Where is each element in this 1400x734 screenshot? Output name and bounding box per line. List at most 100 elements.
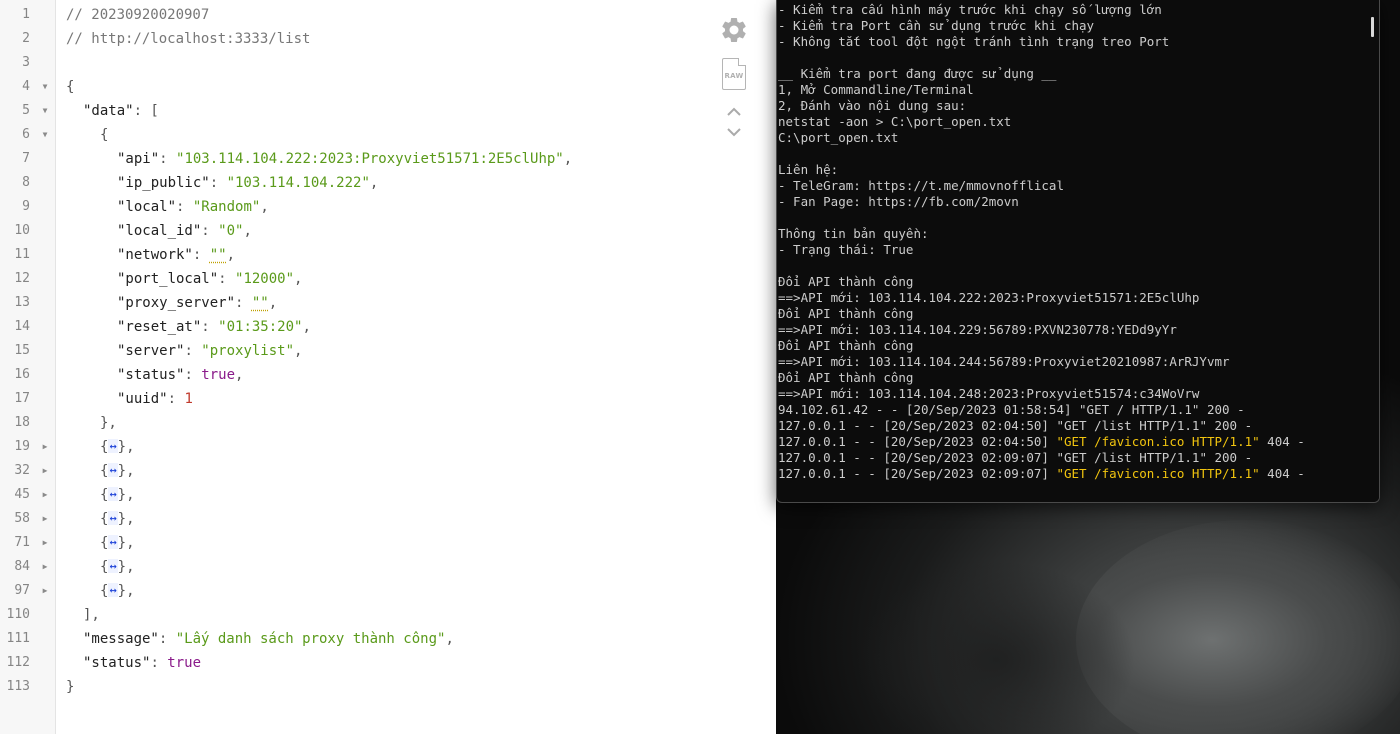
expand-item-button[interactable]: ↔ <box>108 535 118 549</box>
code-line: 7 "api": "103.114.104.222:2023:Proxyviet5… <box>0 147 776 171</box>
json-token: : <box>167 391 185 407</box>
fold-toggle-expanded-icon[interactable]: ▼ <box>40 75 50 99</box>
settings-button[interactable] <box>716 12 752 48</box>
fold-toggle-expanded-icon[interactable]: ▼ <box>40 123 50 147</box>
code-line: 110], <box>0 603 776 627</box>
code-text: "port_local": "12000", <box>117 267 302 291</box>
terminal-line: 94.102.61.42 - - [20/Sep/2023 01:58:54] … <box>778 402 1245 417</box>
json-token: "ip_public" <box>117 175 210 191</box>
fold-toggle-collapsed-icon[interactable]: ▶ <box>40 507 50 531</box>
collapsed-close-brace: }, <box>117 535 135 551</box>
terminal-line: ==>API mới: 103.114.104.244:56789:Proxyv… <box>778 354 1230 369</box>
json-token: "data" <box>83 103 134 119</box>
json-token: , <box>260 199 269 215</box>
json-token: : <box>158 631 176 647</box>
line-number: 1 <box>22 7 30 22</box>
line-number: 5 <box>22 103 30 118</box>
json-token: { <box>66 79 75 95</box>
terminal-line: ==>API mới: 103.114.104.248:2023:Proxyvi… <box>778 386 1200 401</box>
code-line: 1 // 20230920020907 <box>0 3 776 27</box>
code-text: } <box>66 675 74 699</box>
json-token: , <box>235 367 244 383</box>
code-text: {↔}, <box>100 555 135 579</box>
log-suffix: 200 - <box>1206 450 1253 465</box>
collapsed-open-brace: { <box>100 559 109 575</box>
collapsed-close-brace: }, <box>117 487 135 503</box>
code-text: {↔}, <box>100 531 135 555</box>
collapsed-open-brace: { <box>100 583 109 599</box>
json-token: 1 <box>184 391 193 407</box>
terminal-log-line: 127.0.0.1 - - [20/Sep/2023 02:09:07] "GE… <box>778 466 1366 482</box>
json-token: : <box>201 319 219 335</box>
log-prefix: 127.0.0.1 - - [20/Sep/2023 02:09:07] <box>778 466 1057 481</box>
collapsed-array-item: 45 ▶ {↔}, <box>0 483 776 507</box>
collapsed-array-item: 84 ▶ {↔}, <box>0 555 776 579</box>
terminal-line: ==>API mới: 103.114.104.229:56789:PXVN23… <box>778 322 1177 337</box>
json-token: : [ <box>133 103 159 119</box>
terminal-scrollbar[interactable] <box>1365 0 1379 502</box>
expand-item-button[interactable]: ↔ <box>108 487 118 501</box>
terminal-line: C:\port_open.txt <box>778 130 899 145</box>
fold-toggle-expanded-icon[interactable]: ▼ <box>40 99 50 123</box>
line-number: 15 <box>14 343 30 358</box>
collapsed-open-brace: { <box>100 439 109 455</box>
terminal-log-line: 127.0.0.1 - - [20/Sep/2023 02:04:50] "GE… <box>778 434 1366 450</box>
code-text: }, <box>100 411 117 435</box>
code-text: "status": true, <box>117 363 243 387</box>
gear-icon <box>722 17 746 42</box>
expand-item-button[interactable]: ↔ <box>108 559 118 573</box>
json-token: "server" <box>117 343 185 359</box>
json-token: : <box>159 151 177 167</box>
json-token: "" <box>209 247 227 263</box>
expand-item-button[interactable]: ↔ <box>108 511 118 525</box>
expand-item-button[interactable]: ↔ <box>108 439 118 453</box>
fold-toggle-collapsed-icon[interactable]: ▶ <box>40 435 50 459</box>
raw-button[interactable]: RAW <box>716 54 752 94</box>
json-token: "port_local" <box>117 271 219 287</box>
collapsed-close-brace: }, <box>117 583 135 599</box>
fold-toggle-collapsed-icon[interactable]: ▶ <box>40 555 50 579</box>
json-token: "api" <box>117 151 160 167</box>
expand-item-button[interactable]: ↔ <box>108 463 118 477</box>
expand-all-button[interactable] <box>716 122 752 142</box>
collapsed-open-brace: { <box>100 463 109 479</box>
json-token: "103.114.104.222:2023:Proxyviet51571:2E5… <box>176 151 564 167</box>
line-number: 9 <box>22 199 30 214</box>
line-number: 10 <box>14 223 30 238</box>
fold-toggle-collapsed-icon[interactable]: ▶ <box>40 579 50 603</box>
terminal-line: - Fan Page: https://fb.com/2movn <box>778 194 1019 209</box>
code-line: 5 ▼ "data": [ <box>0 99 776 123</box>
fold-toggle-collapsed-icon[interactable]: ▶ <box>40 483 50 507</box>
line-number: 12 <box>14 271 30 286</box>
terminal-scrollbar-thumb[interactable] <box>1371 17 1374 37</box>
line-number: 113 <box>6 679 30 694</box>
terminal-output: - Kiểm tra cấu hình máy trước khi chạy s… <box>778 2 1366 482</box>
json-token: : <box>201 223 219 239</box>
json-viewer: 1 // 20230920020907 2 // http://localhost:3… <box>0 0 776 734</box>
log-request: "GET /favicon.ico HTTP/1.1" <box>1056 434 1260 449</box>
code-text: "status": true <box>83 651 201 675</box>
line-number: 58 <box>14 511 30 526</box>
expand-item-button[interactable]: ↔ <box>108 583 118 597</box>
terminal-line: - Kiểm tra Port cần sử dụng trước khi ch… <box>778 18 1095 33</box>
collapse-all-button[interactable] <box>716 102 752 122</box>
line-number: 11 <box>14 247 30 262</box>
json-token: // http://localhost:3333/list <box>66 31 311 47</box>
code-text: "ip_public": "103.114.104.222", <box>117 171 378 195</box>
json-token: "12000" <box>235 271 295 287</box>
json-token: : <box>176 199 193 215</box>
viewer-toolbar: RAW <box>716 12 752 142</box>
code-text: "network": "", <box>117 243 235 267</box>
line-number: 14 <box>14 319 30 334</box>
fold-toggle-collapsed-icon[interactable]: ▶ <box>40 531 50 555</box>
collapsed-array-item: 71 ▶ {↔}, <box>0 531 776 555</box>
json-token: "status" <box>117 367 185 383</box>
fold-toggle-collapsed-icon[interactable]: ▶ <box>40 459 50 483</box>
collapsed-close-brace: }, <box>117 439 135 455</box>
line-number: 16 <box>14 367 30 382</box>
log-prefix: 127.0.0.1 - - [20/Sep/2023 02:04:50] <box>778 418 1057 433</box>
terminal-window[interactable]: - Kiểm tra cấu hình máy trước khi chạy s… <box>776 0 1380 503</box>
code-line: 113} <box>0 675 776 699</box>
chevron-up-icon <box>727 107 741 116</box>
collapsed-open-brace: { <box>100 511 109 527</box>
